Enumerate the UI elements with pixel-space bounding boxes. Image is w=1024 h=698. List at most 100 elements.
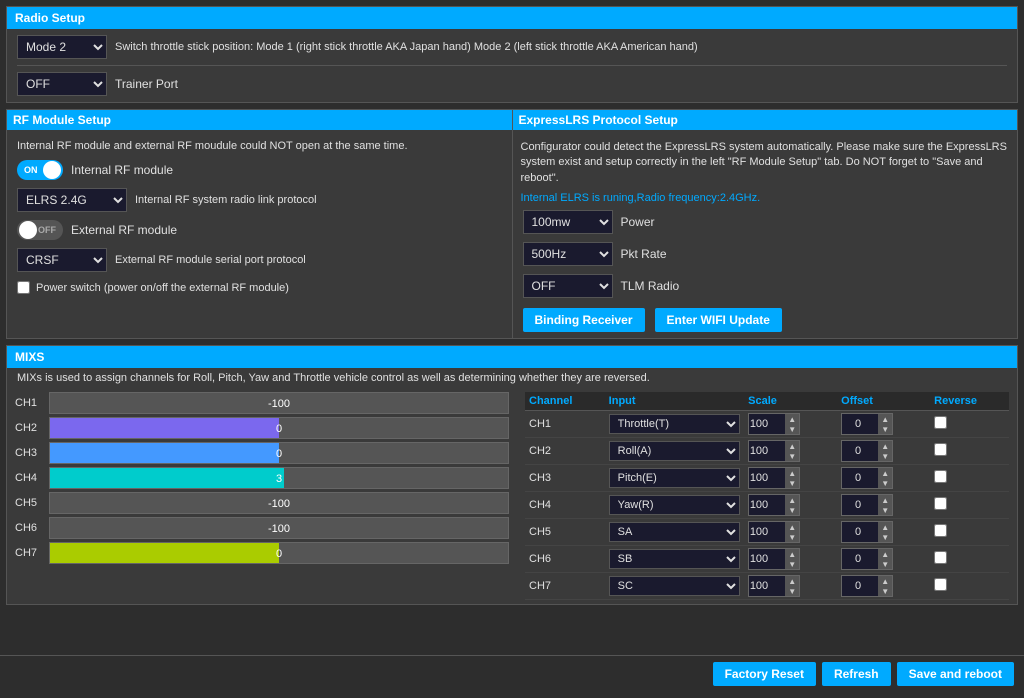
table-row: CH3 Throttle(T)Roll(A)Pitch(E)Yaw(R)SASB… [525,465,1009,492]
ch2-scale-up[interactable]: ▲ [785,441,799,451]
ch7-offset-input[interactable] [842,576,878,596]
ch3-scale-input[interactable] [749,468,785,488]
ch7-bar-row: CH7 0 [15,542,509,564]
col-input: Input [605,392,745,411]
ch2-offset-down[interactable]: ▼ [878,451,892,461]
ch5-scale-input[interactable] [749,522,785,542]
ch7-scale-down[interactable]: ▼ [785,586,799,596]
expresslrs-status: Internal ELRS is runing,Radio frequency:… [513,190,1018,206]
trainer-select[interactable]: OFF Master Slave [17,72,107,96]
ch1-offset-up[interactable]: ▲ [878,414,892,424]
external-rf-label: External RF module [71,223,177,237]
ch5-label: CH5 [15,497,45,509]
ch2-scale-down[interactable]: ▼ [785,451,799,461]
ch2-offset-up[interactable]: ▲ [878,441,892,451]
ch7-input-select[interactable]: Throttle(T)Roll(A)Pitch(E)Yaw(R)SASBSC [609,576,741,596]
ch7-scale-input[interactable] [749,576,785,596]
ch5-offset-down[interactable]: ▼ [878,532,892,542]
ch4-label: CH4 [15,472,45,484]
ch2-scale-input[interactable] [749,441,785,461]
ch6-offset-up[interactable]: ▲ [878,549,892,559]
factory-reset-button[interactable]: Factory Reset [713,662,816,686]
ch4-value: 3 [50,468,508,490]
ch6-scale-up[interactable]: ▲ [785,549,799,559]
external-serial-select[interactable]: CRSF SBUS SRXL2 [17,248,107,272]
ch7-value: 0 [50,543,508,565]
mode-description: Switch throttle stick position: Mode 1 (… [115,41,698,53]
wifi-update-button[interactable]: Enter WIFI Update [655,308,782,332]
footer: Factory Reset Refresh Save and reboot [0,655,1024,692]
ch7-reverse-checkbox[interactable] [934,578,947,591]
row-ch: CH3 [525,465,605,492]
ch1-offset-down[interactable]: ▼ [878,424,892,434]
pkt-label: Pkt Rate [621,247,667,261]
external-rf-toggle[interactable]: OFF [17,220,63,240]
ch3-offset-input[interactable] [842,468,878,488]
ch7-offset-down[interactable]: ▼ [878,586,892,596]
ch1-label: CH1 [15,397,45,409]
ch7-offset-up[interactable]: ▲ [878,576,892,586]
ch5-scale-up[interactable]: ▲ [785,522,799,532]
ch3-label: CH3 [15,447,45,459]
ch4-offset-input[interactable] [842,495,878,515]
ch1-scale-input[interactable] [749,414,785,434]
power-switch-checkbox[interactable] [17,281,30,294]
ch4-scale-up[interactable]: ▲ [785,495,799,505]
ch6-input-select[interactable]: Throttle(T)Roll(A)Pitch(E)Yaw(R)SASBSC [609,549,741,569]
ch3-offset-up[interactable]: ▲ [878,468,892,478]
row-ch: CH5 [525,519,605,546]
ch4-offset-up[interactable]: ▲ [878,495,892,505]
ch5-scale-spinbox: ▲▼ [748,521,800,543]
mode-select[interactable]: Mode 1 Mode 2 Mode 3 Mode 4 [17,35,107,59]
ch5-input-select[interactable]: Throttle(T)Roll(A)Pitch(E)Yaw(R)SASBSC [609,522,741,542]
table-row: CH7 Throttle(T)Roll(A)Pitch(E)Yaw(R)SASB… [525,573,1009,600]
ch4-scale-down[interactable]: ▼ [785,505,799,515]
row-ch: CH1 [525,411,605,438]
ch6-offset-down[interactable]: ▼ [878,559,892,569]
ch3-scale-up[interactable]: ▲ [785,468,799,478]
ch2-input-select[interactable]: Throttle(T)Roll(A)Pitch(E)Yaw(R)SASBSC [609,441,741,461]
ch6-reverse-checkbox[interactable] [934,551,947,564]
ch4-input-select[interactable]: Throttle(T)Roll(A)Pitch(E)Yaw(R)SASBSC [609,495,741,515]
ch6-offset-input[interactable] [842,549,878,569]
ch1-bar-container: -100 [49,392,509,414]
ch6-scale-input[interactable] [749,549,785,569]
ch2-reverse-checkbox[interactable] [934,443,947,456]
save-reboot-button[interactable]: Save and reboot [897,662,1014,686]
ch2-offset-input[interactable] [842,441,878,461]
ch6-scale-down[interactable]: ▼ [785,559,799,569]
ch4-reverse-checkbox[interactable] [934,497,947,510]
ch1-scale-down[interactable]: ▼ [785,424,799,434]
ch5-reverse-checkbox[interactable] [934,524,947,537]
rf-protocol-select[interactable]: ELRS 2.4G CRSF SBUS [17,188,127,212]
ch6-value: -100 [50,518,508,540]
ch3-reverse-checkbox[interactable] [934,470,947,483]
binding-receiver-button[interactable]: Binding Receiver [523,308,645,332]
ch1-reverse-checkbox[interactable] [934,416,947,429]
ch7-scale-up[interactable]: ▲ [785,576,799,586]
refresh-button[interactable]: Refresh [822,662,891,686]
ch5-offset-spinbox: ▲▼ [841,521,893,543]
ch5-offset-up[interactable]: ▲ [878,522,892,532]
ch1-scale-up[interactable]: ▲ [785,414,799,424]
table-row: CH5 Throttle(T)Roll(A)Pitch(E)Yaw(R)SASB… [525,519,1009,546]
ch5-value: -100 [50,493,508,515]
col-offset: Offset [837,392,930,411]
ch3-offset-down[interactable]: ▼ [878,478,892,488]
expresslrs-header: ExpressLRS Protocol Setup [513,110,1018,130]
ch4-scale-input[interactable] [749,495,785,515]
tlm-select[interactable]: OFF 1:128 1:64 1:32 [523,274,613,298]
internal-rf-toggle[interactable]: ON [17,160,63,180]
pkt-select[interactable]: 50Hz 150Hz 250Hz 500Hz [523,242,613,266]
power-select[interactable]: 50mw 100mw 250mw 500mw [523,210,613,234]
ch5-offset-input[interactable] [842,522,878,542]
ch3-scale-down[interactable]: ▼ [785,478,799,488]
ch1-input-select[interactable]: Throttle(T)Roll(A)Pitch(E)Yaw(R)SASBSC [609,414,741,434]
ch3-input-select[interactable]: Throttle(T)Roll(A)Pitch(E)Yaw(R)SASBSC [609,468,741,488]
expresslrs-info: Configurator could detect the ExpressLRS… [513,136,1018,190]
ch7-label: CH7 [15,547,45,559]
ch5-scale-down[interactable]: ▼ [785,532,799,542]
ch4-offset-down[interactable]: ▼ [878,505,892,515]
ch1-offset-input[interactable] [842,414,878,434]
row-ch: CH4 [525,492,605,519]
